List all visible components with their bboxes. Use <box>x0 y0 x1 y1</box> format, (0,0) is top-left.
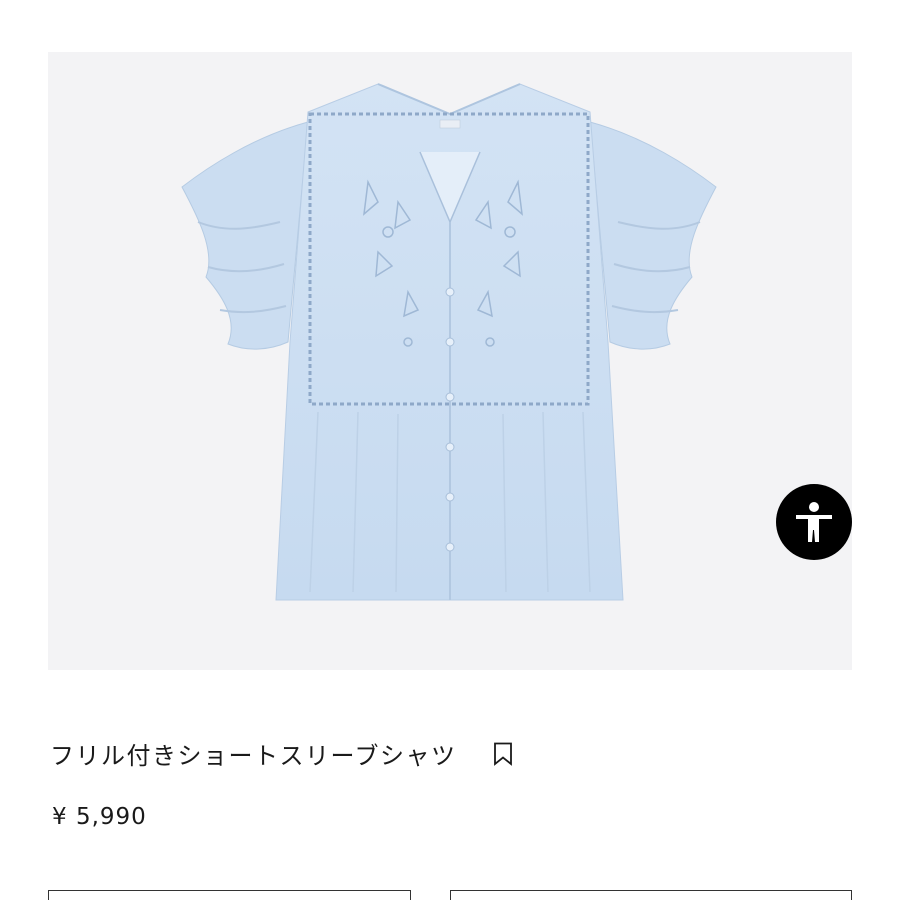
accessibility-icon <box>796 502 832 542</box>
product-image[interactable] <box>48 52 852 670</box>
product-price: ¥ 5,990 <box>52 804 147 830</box>
size-select-button[interactable] <box>48 890 411 900</box>
product-title-row: フリル付きショートスリーブシャツ <box>50 736 513 771</box>
product-title: フリル付きショートスリーブシャツ <box>50 742 457 770</box>
add-to-cart-button[interactable] <box>450 890 852 900</box>
accessibility-button[interactable] <box>776 484 852 560</box>
product-page: フリル付きショートスリーブシャツ ¥ 5,990 <box>0 0 900 900</box>
bookmark-icon[interactable] <box>493 742 513 766</box>
shirt-illustration <box>181 83 717 601</box>
